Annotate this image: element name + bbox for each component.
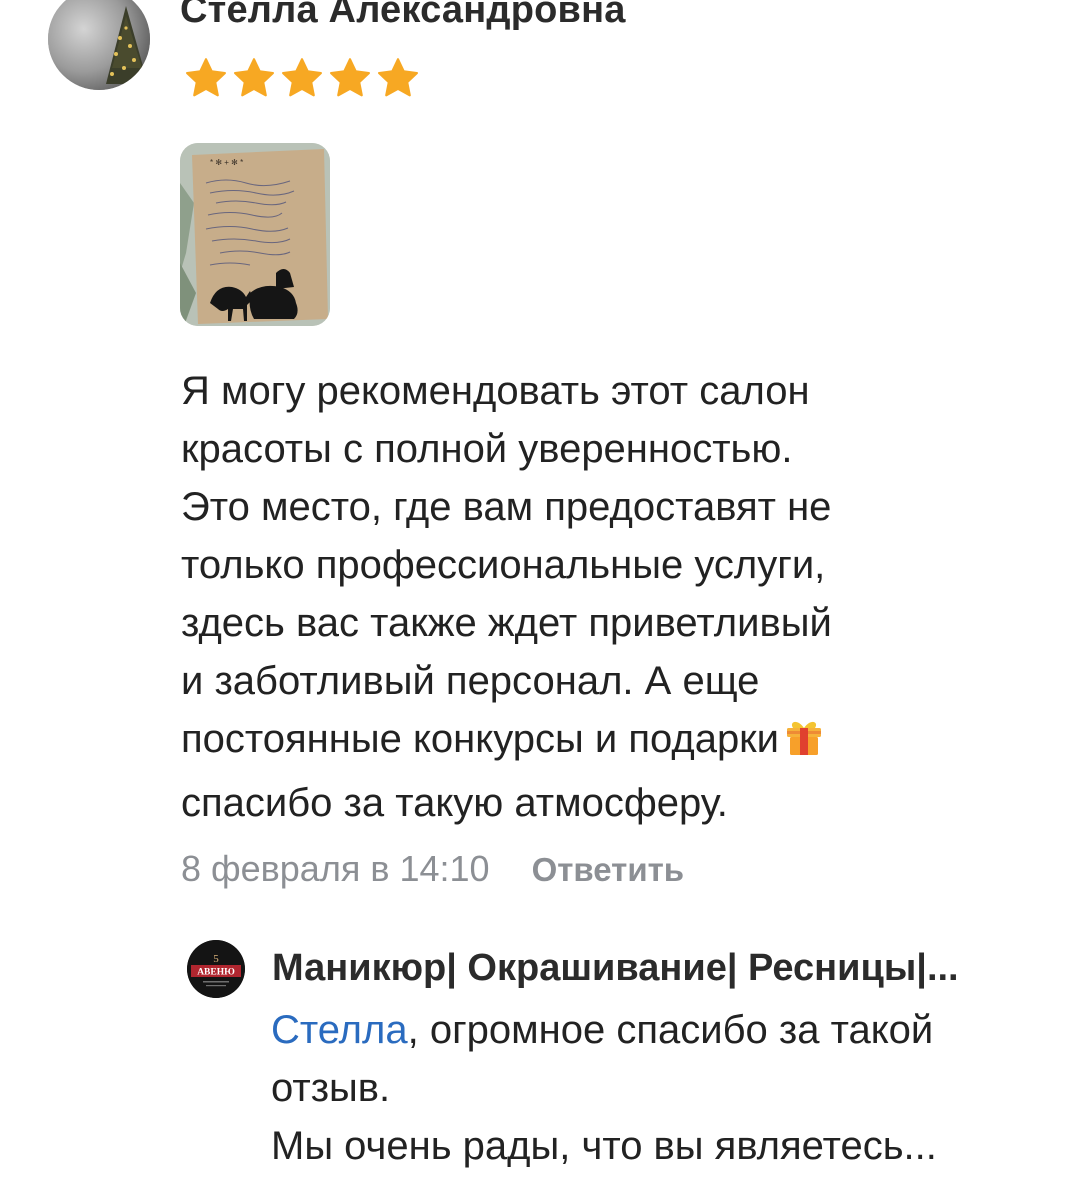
mention-link[interactable]: Стелла [271, 1008, 408, 1052]
star-icon [184, 56, 228, 100]
star-icon [328, 56, 372, 100]
review-photo[interactable]: * ✻ + ✻ * [180, 143, 330, 326]
review-line: красоты с полной уверенностью. [181, 427, 793, 471]
author-name[interactable]: Стелла Александровна [180, 0, 626, 34]
comment-date: 8 февраля в 14:10 [181, 848, 490, 889]
svg-text:* ✻ + ✻ *: * ✻ + ✻ * [210, 158, 243, 167]
reply-author-name[interactable]: Маникюр| Окрашивание| Ресницы|... [272, 944, 1032, 992]
reply-line: Стелла, огромное спасибо за такой [271, 1001, 1051, 1059]
avatar-number: 5 [213, 953, 219, 965]
avatar-brand: АВЕНЮ [197, 968, 235, 978]
review-line-with-emoji: постоянные конкурсы и подарки [181, 710, 1041, 774]
review-line: Это место, где вам предоставят не [181, 485, 832, 529]
reply-button[interactable]: Ответить [532, 851, 685, 889]
rating-stars [184, 56, 420, 100]
review-line: спасибо за такую атмосферу. [181, 781, 728, 825]
review-text: Я могу рекомендовать этот салон красоты … [181, 362, 1041, 832]
card-decoration-icon: * ✻ + ✻ * [210, 158, 243, 167]
gift-icon [783, 716, 825, 774]
star-icon [232, 56, 276, 100]
review-line: здесь вас также ждет приветливый [181, 601, 832, 645]
reply-line-rest: , огромное спасибо за такой [407, 1008, 934, 1052]
author-avatar[interactable] [48, 0, 150, 90]
review-line: и заботливый персонал. А еще [181, 659, 760, 703]
reply-line: отзыв. [271, 1066, 391, 1110]
star-icon [280, 56, 324, 100]
review-line: только профессиональные услуги, [181, 543, 826, 587]
reply-line: Мы очень рады, что вы являетесь... [271, 1124, 937, 1168]
comment-meta: 8 февраля в 14:10 Ответить [181, 848, 684, 890]
reply-avatar[interactable]: 5 АВЕНЮ [187, 940, 245, 998]
review-line: постоянные конкурсы и подарки [181, 717, 780, 761]
review-line: Я могу рекомендовать этот салон [181, 369, 810, 413]
reply-text: Стелла, огромное спасибо за такой отзыв.… [271, 1001, 1051, 1175]
star-icon [376, 56, 420, 100]
